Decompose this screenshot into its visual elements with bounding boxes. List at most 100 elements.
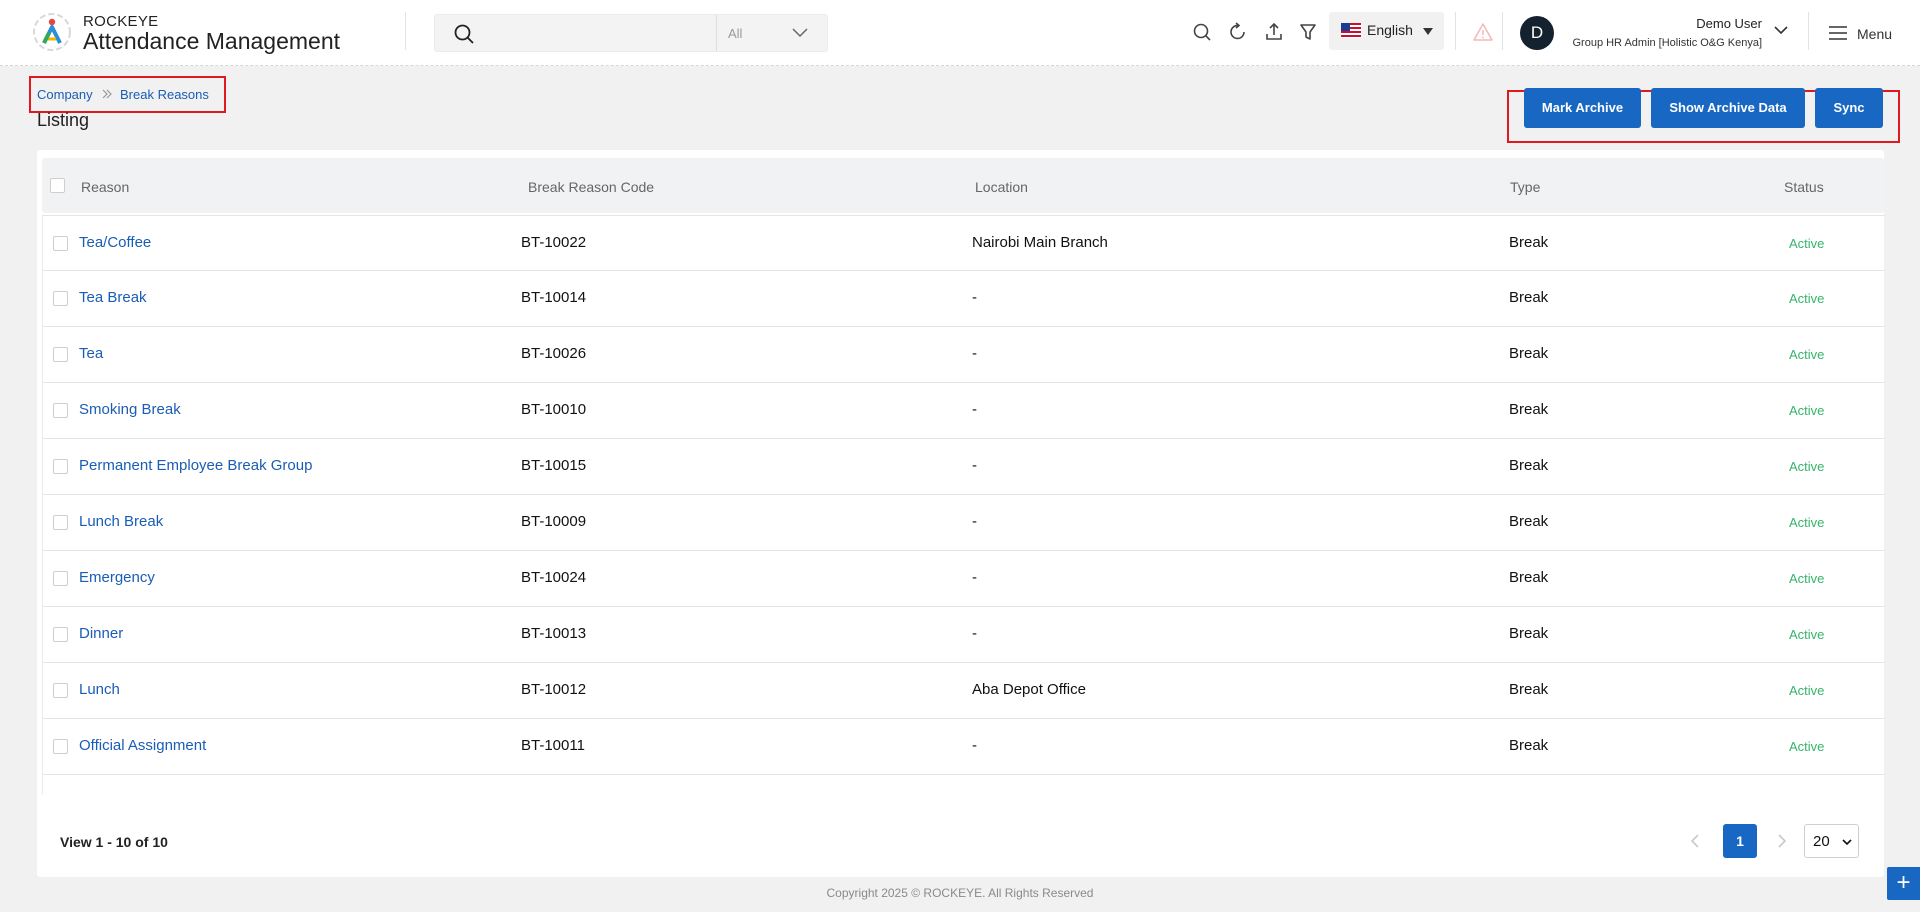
reason-link[interactable]: Smoking Break: [79, 401, 181, 418]
language-select[interactable]: English: [1329, 12, 1444, 50]
status-badge: Active: [1789, 347, 1825, 362]
warning-icon[interactable]: [1471, 20, 1495, 44]
type: Break: [1509, 345, 1549, 362]
page-button-current[interactable]: 1: [1723, 824, 1757, 858]
mark-archive-button[interactable]: Mark Archive: [1524, 88, 1641, 128]
column-header-type[interactable]: Type: [1510, 179, 1540, 195]
select-all-checkbox[interactable]: [50, 178, 65, 193]
row-checkbox[interactable]: [53, 291, 68, 306]
search-filter-label: All: [728, 26, 743, 41]
copyright: Copyright 2025 © ROCKEYE. All Rights Res…: [826, 886, 1094, 900]
menu-label: Menu: [1857, 26, 1893, 42]
type: Break: [1509, 569, 1549, 586]
reason-link[interactable]: Tea: [79, 345, 103, 362]
table-row: Tea Break BT-10014 - Break Active: [43, 271, 1885, 327]
table-row: Smoking Break BT-10010 - Break Active: [43, 383, 1885, 439]
row-checkbox[interactable]: [53, 347, 68, 362]
break-code: BT-10012: [521, 681, 587, 698]
rockeye-logo[interactable]: [32, 12, 72, 52]
type: Break: [1509, 625, 1549, 642]
breadcrumb-break-reasons[interactable]: Break Reasons: [120, 87, 209, 102]
column-header-status[interactable]: Status: [1784, 179, 1824, 195]
table-row: Lunch Break BT-10009 - Break Active: [43, 495, 1885, 551]
chevron-down-icon: [792, 28, 808, 38]
location: Nairobi Main Branch: [972, 234, 1108, 251]
table-row: Tea BT-10026 - Break Active: [43, 327, 1885, 383]
chevron-left-icon[interactable]: [1686, 828, 1704, 854]
row-checkbox[interactable]: [53, 739, 68, 754]
page-title: Listing: [37, 110, 90, 130]
table-row: Emergency BT-10024 - Break Active: [43, 551, 1885, 607]
listing-card: Reason Break Reason Code Location Type S…: [37, 150, 1885, 877]
user-name[interactable]: Demo User: [1696, 16, 1762, 31]
language-label: English: [1367, 22, 1413, 38]
breadcrumb: Company Break Reasons: [29, 76, 226, 113]
reason-link[interactable]: Lunch Break: [79, 513, 163, 530]
user-avatar[interactable]: D: [1520, 16, 1554, 50]
reason-link[interactable]: Emergency: [79, 569, 155, 586]
row-checkbox[interactable]: [53, 627, 68, 642]
reason-link[interactable]: Official Assignment: [79, 737, 206, 754]
chevron-right-icon[interactable]: [1773, 828, 1791, 854]
add-fab-button[interactable]: +: [1887, 867, 1920, 900]
caret-down-icon: [1423, 28, 1433, 35]
break-code: BT-10014: [521, 289, 587, 306]
refresh-icon[interactable]: [1226, 20, 1250, 44]
row-checkbox[interactable]: [53, 459, 68, 474]
reason-link[interactable]: Dinner: [79, 625, 123, 642]
column-header-reason[interactable]: Reason: [81, 179, 129, 195]
row-checkbox[interactable]: [53, 683, 68, 698]
status-badge: Active: [1789, 571, 1825, 586]
filter-icon[interactable]: [1296, 20, 1320, 44]
column-header-location[interactable]: Location: [975, 179, 1028, 195]
divider: [1808, 12, 1809, 50]
search-input[interactable]: [485, 23, 685, 45]
top-header: ROCKEYE Attendance Management All Englis…: [0, 0, 1920, 66]
show-archive-data-button[interactable]: Show Archive Data: [1651, 88, 1805, 128]
type: Break: [1509, 513, 1549, 530]
table-row: Dinner BT-10013 - Break Active: [43, 607, 1885, 663]
reason-link[interactable]: Tea/Coffee: [79, 234, 151, 251]
row-checkbox[interactable]: [53, 515, 68, 530]
sync-button[interactable]: Sync: [1815, 88, 1883, 128]
row-checkbox[interactable]: [53, 403, 68, 418]
search-icon[interactable]: [1190, 20, 1214, 44]
hamburger-icon: [1829, 26, 1847, 40]
type: Break: [1509, 681, 1549, 698]
location: -: [972, 513, 977, 530]
location: -: [972, 457, 977, 474]
status-badge: Active: [1789, 627, 1825, 642]
table-row: Permanent Employee Break Group BT-10015 …: [43, 439, 1885, 495]
break-code: BT-10009: [521, 513, 587, 530]
chevron-down-icon: [1842, 839, 1852, 846]
user-role: Group HR Admin [Holistic O&G Kenya]: [1572, 37, 1762, 49]
reason-link[interactable]: Tea Break: [79, 289, 147, 306]
us-flag-icon: [1341, 23, 1361, 38]
row-checkbox[interactable]: [53, 236, 68, 251]
type: Break: [1509, 457, 1549, 474]
column-header-code[interactable]: Break Reason Code: [528, 179, 654, 195]
status-badge: Active: [1789, 291, 1825, 306]
table-row: Lunch BT-10012 Aba Depot Office Break Ac…: [43, 663, 1885, 719]
location: -: [972, 569, 977, 586]
breadcrumb-company[interactable]: Company: [37, 87, 93, 102]
chevron-down-icon[interactable]: [1773, 24, 1789, 36]
reason-link[interactable]: Lunch: [79, 681, 120, 698]
search-icon[interactable]: [453, 23, 475, 45]
table-header: Reason Break Reason Code Location Type S…: [42, 158, 1884, 213]
upload-icon[interactable]: [1262, 20, 1286, 44]
divider: [1455, 12, 1456, 50]
status-badge: Active: [1789, 739, 1825, 754]
search-filter-select[interactable]: All: [716, 15, 828, 51]
break-code: BT-10022: [521, 234, 587, 251]
status-badge: Active: [1789, 683, 1825, 698]
menu-button[interactable]: Menu: [1828, 22, 1908, 46]
page-size-select[interactable]: 20: [1804, 824, 1859, 858]
location: -: [972, 401, 977, 418]
status-badge: Active: [1789, 459, 1825, 474]
reason-link[interactable]: Permanent Employee Break Group: [79, 457, 312, 474]
row-checkbox[interactable]: [53, 571, 68, 586]
location: Aba Depot Office: [972, 681, 1086, 698]
break-code: BT-10010: [521, 401, 587, 418]
break-code: BT-10011: [521, 737, 585, 754]
